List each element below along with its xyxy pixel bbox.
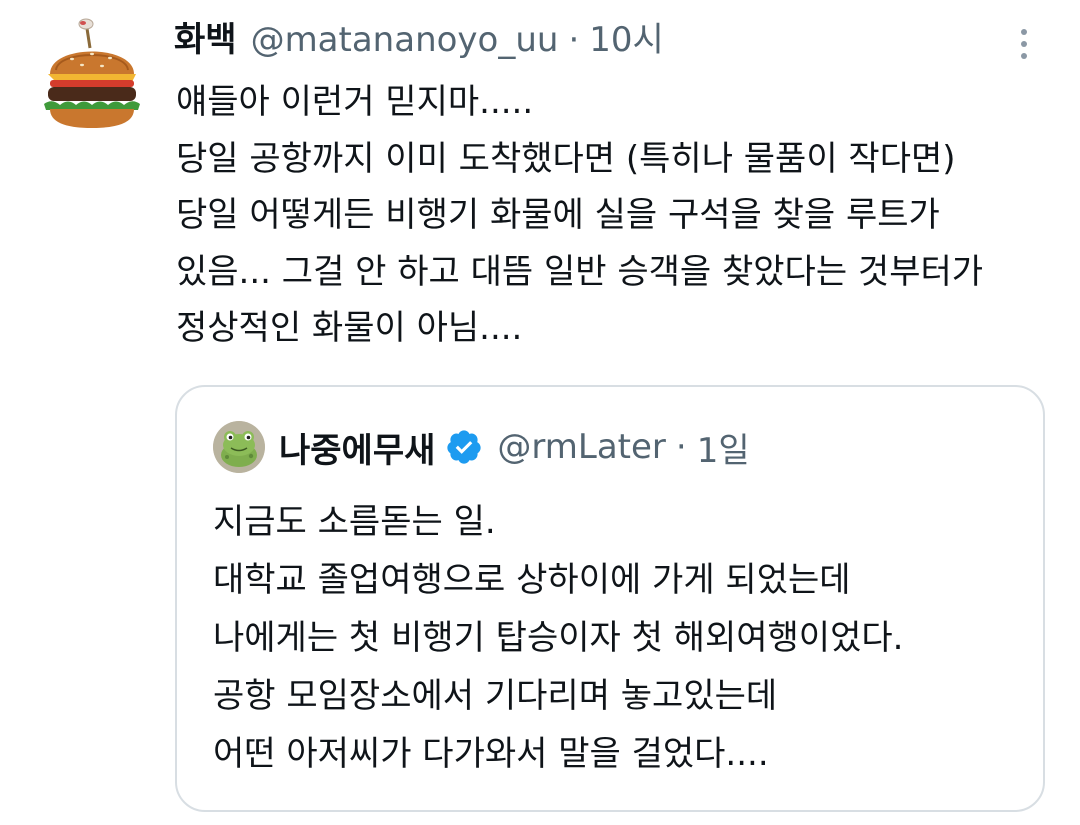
quoted-text-line: 어떤 아저씨가 다가와서 말을 걸었다....: [213, 734, 769, 774]
separator-dot: ·: [675, 427, 687, 467]
hamburger-avatar-icon[interactable]: [42, 14, 142, 134]
tweet-header: 화백 @matananoyo_uu · 10시: [174, 14, 664, 66]
tweet-text-line: 당일 공항까지 이미 도착했다면 (특히나 물품이 작다면): [176, 138, 956, 179]
tweet-text-line: 정상적인 화물이 아님....: [176, 308, 523, 348]
tweet: 화백 @matananoyo_uu · 10시 얘들아 이런거 믿지마.....…: [0, 0, 1080, 825]
tweet-timestamp[interactable]: 10시: [589, 14, 664, 66]
quoted-author-display-name[interactable]: 나중에무새: [279, 423, 435, 472]
verified-badge-icon: [447, 430, 482, 464]
quoted-tweet-header: 나중에무새 @rmLater · 1일: [279, 421, 750, 473]
quoted-text-line: 공항 모임장소에서 기다리며 놓고있는데: [213, 676, 778, 716]
quoted-text-line: 지금도 소름돋는 일.: [213, 502, 496, 542]
quoted-author-handle[interactable]: @rmLater: [497, 427, 666, 467]
author-handle[interactable]: @matananoyo_uu: [251, 14, 559, 66]
quoted-tweet-timestamp[interactable]: 1일: [697, 423, 750, 472]
more-dot: [1021, 29, 1027, 35]
tweet-text-line: 얘들아 이런거 믿지마.....: [176, 82, 534, 122]
separator-dot: ·: [568, 20, 580, 60]
quoted-text-line: 대학교 졸업여행으로 상하이에 가게 되었는데: [213, 560, 851, 600]
quoted-tweet-text: 지금도 소름돋는 일. 대학교 졸업여행으로 상하이에 가게 되었는데 나에게는…: [213, 493, 1023, 783]
quoted-text-line: 나에게는 첫 비행기 탑승이자 첫 해외여행이었다.: [213, 618, 904, 658]
author-display-name[interactable]: 화백: [174, 14, 237, 66]
quoted-tweet-card[interactable]: 나중에무새 @rmLater · 1일 지금도 소름돋는 일. 대학교 졸업여행…: [175, 385, 1045, 812]
more-dot: [1021, 53, 1027, 59]
frog-avatar-icon[interactable]: [213, 421, 265, 473]
tweet-text: 얘들아 이런거 믿지마..... 당일 공항까지 이미 도착했다면 (특히나 물…: [176, 74, 1056, 357]
tweet-text-line: 있음... 그걸 안 하고 대뜸 일반 승객을 찾았다는 것부터가: [176, 251, 984, 292]
tweet-text-line: 당일 어떻게든 비행기 화물에 실을 구석을 찾을 루트가: [176, 195, 940, 235]
more-dot: [1021, 41, 1027, 47]
more-vertical-icon[interactable]: [1004, 22, 1044, 66]
